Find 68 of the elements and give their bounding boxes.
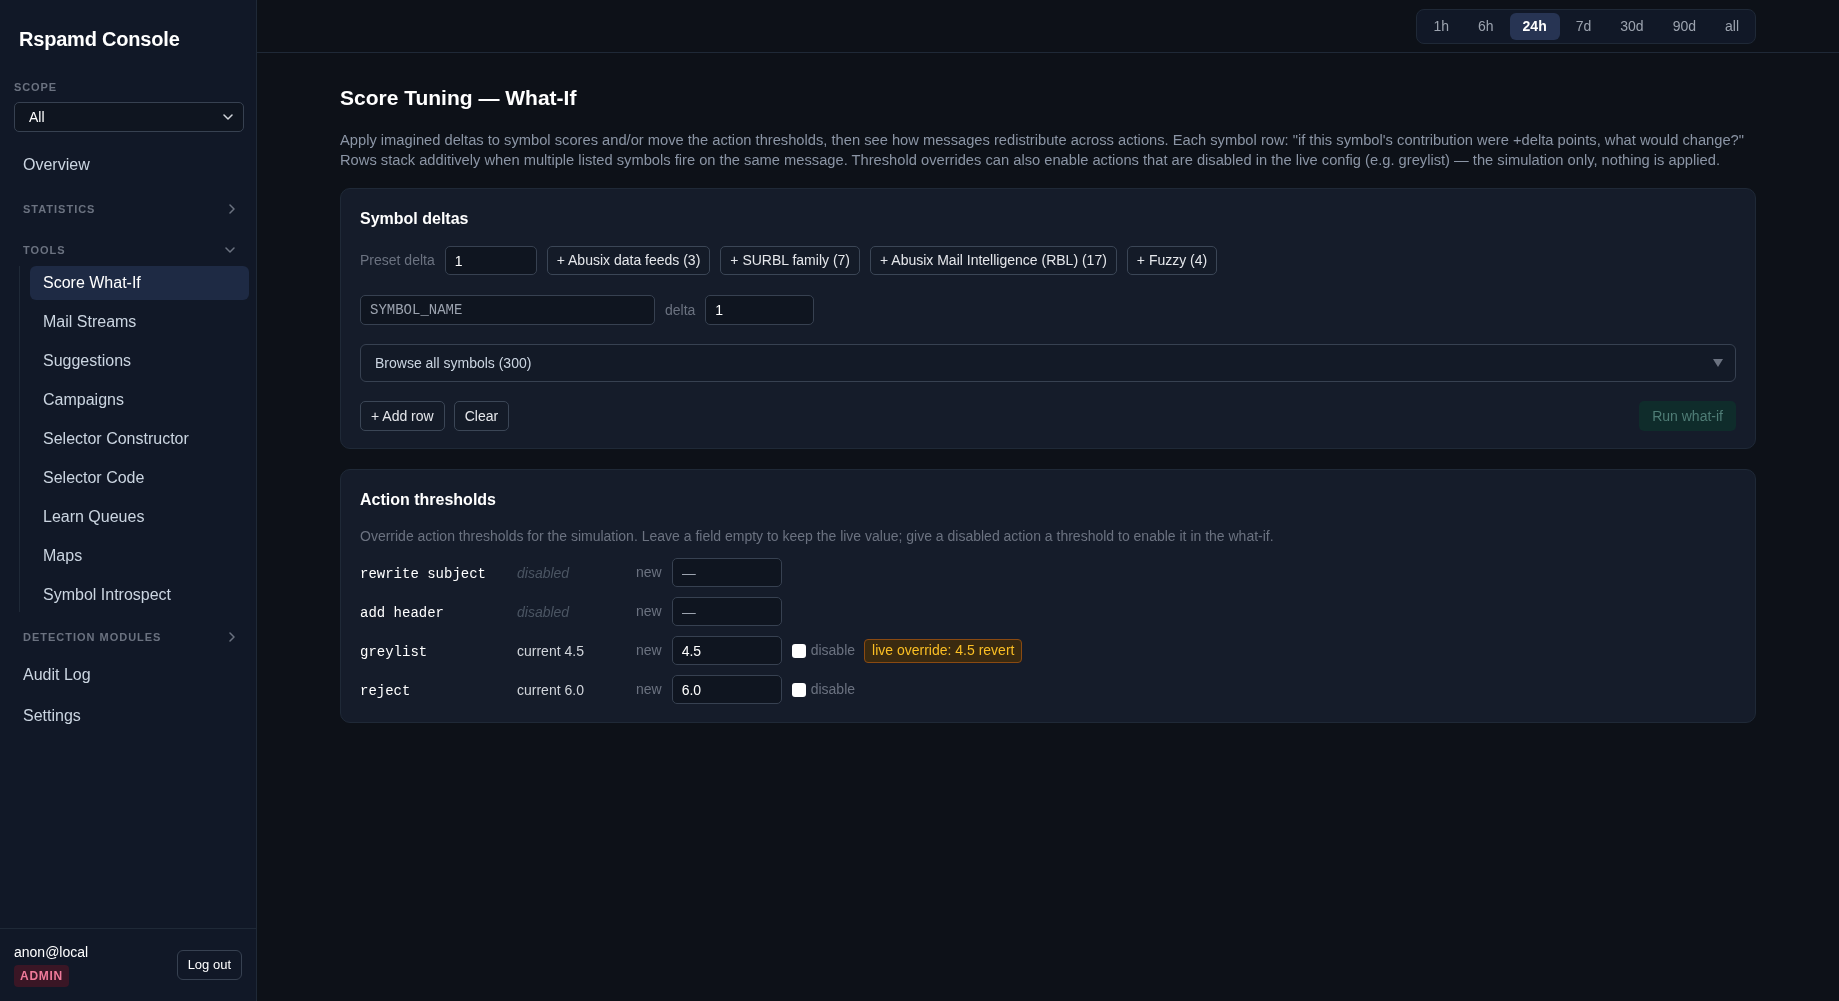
section-title: Action thresholds xyxy=(360,490,496,510)
range-tab[interactable]: 6h xyxy=(1465,12,1507,40)
threshold-status: current 6.0 xyxy=(517,681,584,698)
checkbox[interactable] xyxy=(791,682,806,697)
range-tab[interactable]: 90d xyxy=(1659,12,1709,40)
new-label: new xyxy=(636,641,662,660)
range-tab[interactable]: 1h xyxy=(1420,12,1462,40)
chevron-down-icon xyxy=(223,114,233,120)
threshold-input[interactable]: 4.5 xyxy=(671,636,782,665)
nav-group-header[interactable]: DETECTION MODULES xyxy=(14,621,244,653)
preset-button[interactable]: + Abusix Mail Intelligence (RBL) (17) xyxy=(870,246,1117,275)
section-title: Symbol deltas xyxy=(360,209,469,229)
action-name: reject xyxy=(360,682,411,699)
range-tab[interactable]: 30d xyxy=(1607,12,1657,40)
nav-item[interactable]: Selector Code xyxy=(30,461,249,495)
preset-button[interactable]: + SURBL family (7) xyxy=(720,246,860,275)
scope-select[interactable]: All xyxy=(14,102,244,132)
nav-item[interactable]: Score What-If xyxy=(30,266,249,300)
nav-item[interactable]: Suggestions xyxy=(30,344,249,378)
nav-link[interactable]: Overview xyxy=(14,145,244,184)
nav-item[interactable]: Learn Queues xyxy=(30,500,249,534)
nav-item[interactable]: Maps xyxy=(30,539,249,573)
threshold-input[interactable]: 6.0 xyxy=(671,675,782,704)
checkbox-label: disable xyxy=(810,641,856,660)
preset-button[interactable]: + Abusix data feeds (3) xyxy=(546,246,711,275)
preset-delta-input[interactable]: 1 xyxy=(444,246,537,275)
new-label: new xyxy=(636,680,662,699)
new-label: new xyxy=(636,563,662,582)
override-badge: live override: 4.5 revert xyxy=(864,638,1023,663)
preset-button[interactable]: + Fuzzy (4) xyxy=(1126,246,1218,275)
checkbox-label: disable xyxy=(810,680,856,699)
caret-down-icon xyxy=(1713,359,1723,367)
delta-label: delta xyxy=(665,300,696,320)
threshold-status: disabled xyxy=(517,603,570,620)
page-description: Apply imagined deltas to symbol scores and/or move the action thresholds, then see how messages redistribute across actions. Each symbol row: "if this symbol's contribution were +delta points, what would change?" Rows stack additively when multiple listed symbols fire on the same message. Threshold overrides can also enable actions that are disabled in the live config (e.g. greylist) — the simulation only, nothing is applied. xyxy=(340,131,1745,170)
browse-symbols-dropdown[interactable]: Browse all symbols (300) xyxy=(360,344,1736,382)
preset-delta-label: Preset delta xyxy=(360,251,435,270)
range-tab[interactable]: 7d xyxy=(1562,12,1605,40)
range-tab[interactable]: all xyxy=(1712,12,1752,40)
user-email: anon@local xyxy=(14,943,89,961)
action-name: add header xyxy=(360,604,444,621)
nav-item[interactable]: Mail Streams xyxy=(30,305,249,339)
page-title: Score Tuning — What-If xyxy=(340,85,577,111)
checkbox[interactable] xyxy=(791,643,806,658)
nav-item[interactable]: Campaigns xyxy=(30,383,249,417)
action-name: rewrite subject xyxy=(360,565,487,582)
role-badge: ADMIN xyxy=(14,965,69,987)
app-title: Rspamd Console xyxy=(19,27,180,52)
threshold-input[interactable]: — xyxy=(671,558,782,587)
nav-link[interactable]: Settings xyxy=(14,696,244,735)
delta-input[interactable]: 1 xyxy=(705,295,815,325)
clear-button[interactable]: Clear xyxy=(453,401,510,431)
section-description: Override action thresholds for the simulation. Leave a field empty to keep the live value; give a disabled action a threshold to enable it in the what-if. xyxy=(360,527,1274,546)
action-name: greylist xyxy=(360,643,428,660)
nav-group-header[interactable]: TOOLS xyxy=(14,234,244,266)
threshold-status: current 4.5 xyxy=(517,642,584,659)
nav-item[interactable]: Symbol Introspect xyxy=(30,578,249,612)
threshold-status: disabled xyxy=(517,564,570,581)
nav-link[interactable]: Audit Log xyxy=(14,655,244,694)
scope-label: SCOPE xyxy=(14,80,57,94)
threshold-input[interactable]: — xyxy=(671,597,782,626)
symbol-name-input[interactable]: SYMBOL_NAME xyxy=(360,295,655,325)
new-label: new xyxy=(636,602,662,621)
add-row-button[interactable]: + Add row xyxy=(360,401,445,431)
logout-button[interactable]: Log out xyxy=(176,950,242,980)
nav-item[interactable]: Selector Constructor xyxy=(30,422,249,456)
nav-group-header[interactable]: STATISTICS xyxy=(14,193,244,225)
range-tab[interactable]: 24h xyxy=(1509,12,1560,40)
